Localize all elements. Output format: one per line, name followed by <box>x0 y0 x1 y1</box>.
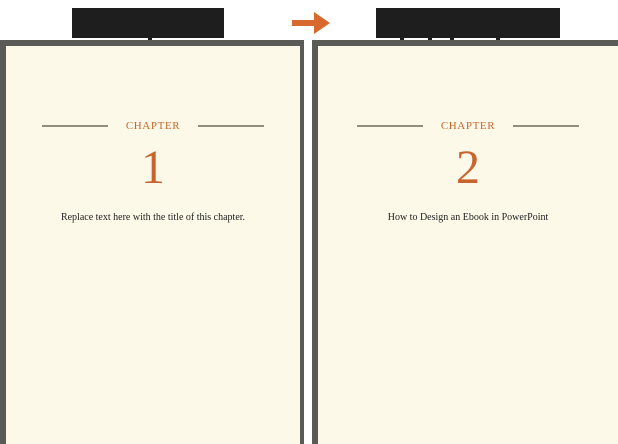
header-rule-left <box>41 125 108 127</box>
before-label-redacted <box>72 8 224 40</box>
chapter-header: CHAPTER <box>6 120 300 132</box>
chapter-number: 1 <box>141 141 165 194</box>
header-rule-right <box>513 125 580 127</box>
chapter-number: 2 <box>456 141 480 194</box>
header-rule-right <box>198 125 265 127</box>
chapter-header: CHAPTER <box>318 120 618 132</box>
after-label-redacted <box>376 8 560 40</box>
chapter-title: How to Design an Ebook in PowerPoint <box>387 212 549 223</box>
after-page-frame: CHAPTER 2 How to Design an Ebook in Powe… <box>312 40 618 444</box>
after-page: CHAPTER 2 How to Design an Ebook in Powe… <box>318 46 618 444</box>
chapter-label: CHAPTER <box>440 120 496 132</box>
before-page-frame: CHAPTER 1 Replace text here with the tit… <box>0 40 304 444</box>
before-page: CHAPTER 1 Replace text here with the tit… <box>6 46 300 444</box>
chapter-title: Replace text here with the title of this… <box>60 212 246 223</box>
header-rule-left <box>356 125 423 127</box>
right-arrow-icon <box>292 12 330 34</box>
chapter-label: CHAPTER <box>125 120 181 132</box>
